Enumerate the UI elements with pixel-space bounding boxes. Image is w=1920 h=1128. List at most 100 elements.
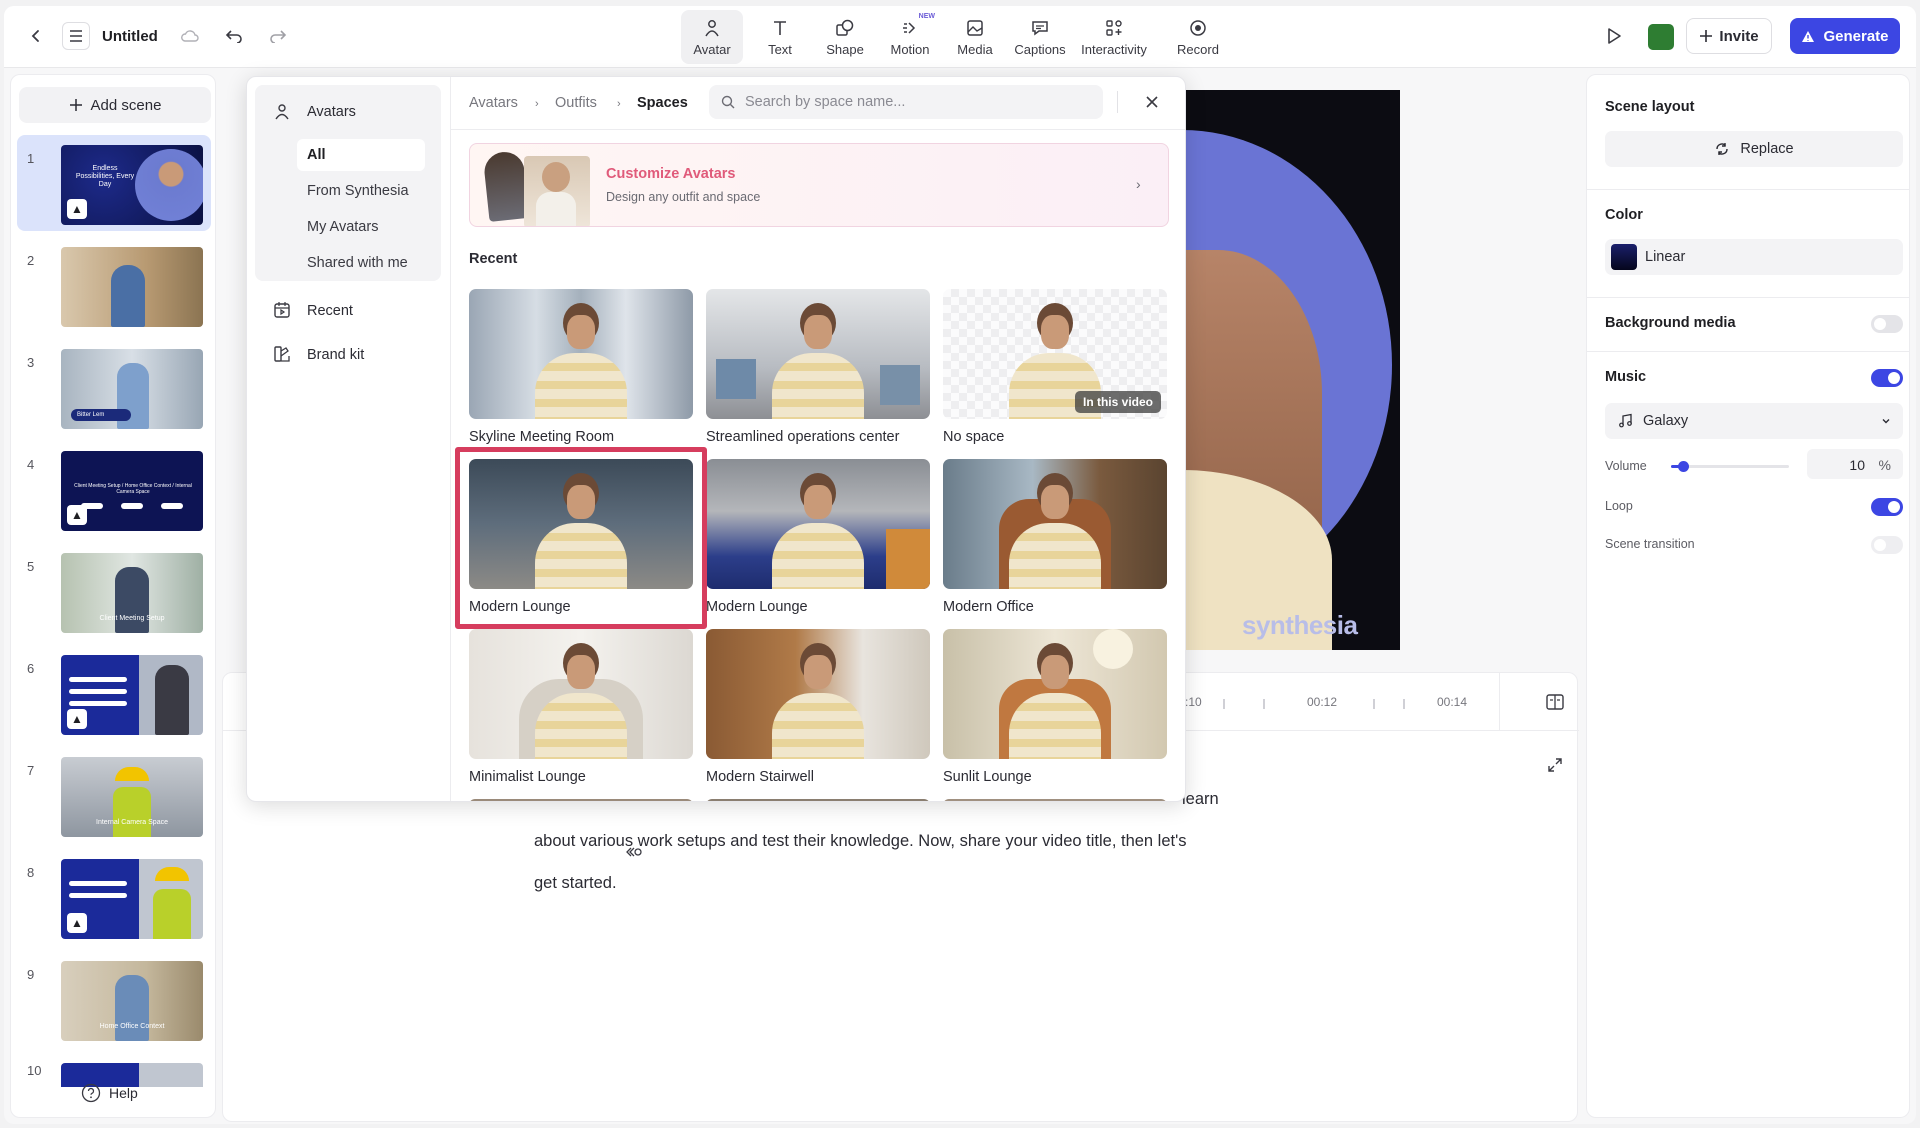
volume-slider[interactable] xyxy=(1671,461,1789,472)
chevron-down-icon xyxy=(1882,419,1890,424)
space-card[interactable]: Modern Stairwell xyxy=(706,629,930,785)
selection-highlight xyxy=(455,447,707,629)
undo-icon[interactable] xyxy=(220,22,248,50)
synthesia-watermark: synthesia xyxy=(1242,610,1358,640)
category-all[interactable]: All xyxy=(297,139,425,171)
tool-motion[interactable]: NEW Motion xyxy=(879,10,941,64)
breadcrumb-avatars[interactable]: Avatars xyxy=(469,95,518,111)
scene-transition-toggle[interactable] xyxy=(1871,536,1903,554)
replace-button[interactable]: Replace xyxy=(1605,131,1903,167)
avatars-header[interactable]: Avatars xyxy=(307,104,356,120)
tool-avatar-label: Avatar xyxy=(693,42,731,57)
tool-avatar[interactable]: Avatar xyxy=(681,10,743,64)
category-all-label: All xyxy=(307,147,326,163)
chevron-right-icon: › xyxy=(1136,176,1141,192)
expand-icon[interactable] xyxy=(1547,757,1563,778)
category-my-avatars[interactable]: My Avatars xyxy=(307,219,378,235)
scene-item[interactable]: 8 ▲ xyxy=(17,849,211,945)
space-search-input[interactable]: Search by space name... xyxy=(709,85,1103,119)
avatar-icon xyxy=(705,20,719,37)
media-icon xyxy=(967,20,983,36)
music-toggle[interactable] xyxy=(1871,369,1903,387)
category-shared-with-me[interactable]: Shared with me xyxy=(307,255,408,271)
script-line: get started. xyxy=(534,874,617,892)
scene-number: 8 xyxy=(27,865,35,880)
loop-toggle[interactable] xyxy=(1871,498,1903,516)
scene-item[interactable]: 3 Bitter Lem xyxy=(17,339,211,435)
scene-caption: Client Meeting Setup / Home Office Conte… xyxy=(74,483,192,495)
scene-item[interactable]: 9 Home Office Context xyxy=(17,951,211,1047)
color-swatch xyxy=(1611,244,1637,270)
scene-item[interactable]: 7 Internal Camera Space xyxy=(17,747,211,843)
top-toolbar: Untitled Avatar Text Shape NEW Motion Me… xyxy=(4,6,1916,68)
brand-kit-nav-label: Brand kit xyxy=(307,347,365,363)
space-card[interactable]: In this video No space xyxy=(943,289,1167,445)
warning-icon xyxy=(1802,30,1815,42)
space-card[interactable]: Skyline Meeting Room xyxy=(469,289,693,445)
volume-input[interactable]: 10 % xyxy=(1807,449,1903,479)
recent-nav-label: Recent xyxy=(307,303,353,319)
tool-text[interactable]: Text xyxy=(749,10,811,64)
scene-item[interactable]: 2 xyxy=(17,237,211,333)
customize-avatars-banner[interactable]: Customize Avatars Design any outfit and … xyxy=(469,143,1169,227)
category-from-synthesia[interactable]: From Synthesia xyxy=(307,183,409,199)
back-icon[interactable] xyxy=(22,22,50,50)
text-icon xyxy=(774,21,786,35)
add-scene-button[interactable]: Add scene xyxy=(19,87,211,123)
invite-button[interactable]: Invite xyxy=(1686,18,1772,54)
avatars-category-group: Avatars All From Synthesia My Avatars Sh… xyxy=(255,85,441,281)
split-view-icon[interactable] xyxy=(1545,693,1565,716)
tool-media-label: Media xyxy=(957,42,993,57)
generate-button[interactable]: Generate xyxy=(1790,18,1900,54)
color-picker[interactable]: Linear xyxy=(1605,239,1903,275)
music-track-select[interactable]: Galaxy xyxy=(1605,403,1903,439)
volume-slider-thumb[interactable] xyxy=(1677,461,1689,472)
scene-thumbnail: Endless Possibilities, Every Day ▲ xyxy=(61,145,203,225)
space-card[interactable]: Streamlined operations center xyxy=(706,289,930,445)
scene-item[interactable]: 1 Endless Possibilities, Every Day ▲ xyxy=(17,135,211,231)
properties-panel: Scene layout Replace Color Linear Backgr… xyxy=(1586,74,1910,1118)
brand-kit-icon xyxy=(274,346,290,362)
timeline-tick: :10 xyxy=(1185,695,1202,709)
menu-icon[interactable] xyxy=(62,22,90,50)
scene-number: 10 xyxy=(27,1063,42,1078)
help-button[interactable]: Help xyxy=(81,1083,138,1103)
breadcrumb-separator-icon: › xyxy=(617,98,621,110)
scene-number: 2 xyxy=(27,253,35,268)
space-card[interactable]: Minimalist Lounge xyxy=(469,629,693,785)
tool-media[interactable]: Media xyxy=(944,10,1006,64)
play-icon[interactable] xyxy=(1600,22,1628,50)
tool-record[interactable]: Record xyxy=(1167,10,1229,64)
scene-item[interactable]: 10 xyxy=(17,1053,211,1087)
background-media-toggle[interactable] xyxy=(1871,315,1903,333)
app-window: Untitled Avatar Text Shape NEW Motion Me… xyxy=(4,6,1916,1124)
avatar-library-panel: Avatars All From Synthesia My Avatars Sh… xyxy=(246,76,1186,802)
tool-shape[interactable]: Shape xyxy=(814,10,876,64)
space-card[interactable]: Modern Lounge xyxy=(706,459,930,615)
scene-thumbnail: Internal Camera Space xyxy=(61,757,203,837)
scene-item[interactable]: 5 Client Meeting Setup xyxy=(17,543,211,639)
scene-item[interactable]: 6 ▲ xyxy=(17,645,211,741)
scene-item[interactable]: 4 Client Meeting Setup / Home Office Con… xyxy=(17,441,211,537)
tool-text-label: Text xyxy=(768,42,792,57)
space-card[interactable]: Modern Office xyxy=(943,459,1167,615)
tool-captions[interactable]: Captions xyxy=(1008,10,1072,64)
voice-marker-icon[interactable] xyxy=(626,844,644,865)
document-title[interactable]: Untitled xyxy=(102,28,158,45)
space-card[interactable]: Sunlit Lounge xyxy=(943,629,1167,785)
scene-caption: Internal Camera Space xyxy=(96,819,168,826)
brand-kit-nav-item[interactable]: Brand kit xyxy=(255,337,441,373)
tool-interactivity[interactable]: Interactivity xyxy=(1076,10,1152,64)
scene-thumbnail: Client Meeting Setup / Home Office Conte… xyxy=(61,451,203,531)
close-icon[interactable] xyxy=(1141,91,1163,113)
brand-color-swatch[interactable] xyxy=(1648,24,1674,50)
redo-icon[interactable] xyxy=(264,22,292,50)
space-thumbnail xyxy=(943,459,1167,589)
video-preview[interactable]: synthesia xyxy=(1182,90,1400,650)
recent-icon xyxy=(274,302,290,318)
recent-nav-item[interactable]: Recent xyxy=(255,293,441,329)
breadcrumb-outfits[interactable]: Outfits xyxy=(555,95,597,111)
avatar-icon xyxy=(275,104,289,120)
tool-shape-label: Shape xyxy=(826,42,864,57)
volume-value: 10 xyxy=(1849,457,1865,473)
